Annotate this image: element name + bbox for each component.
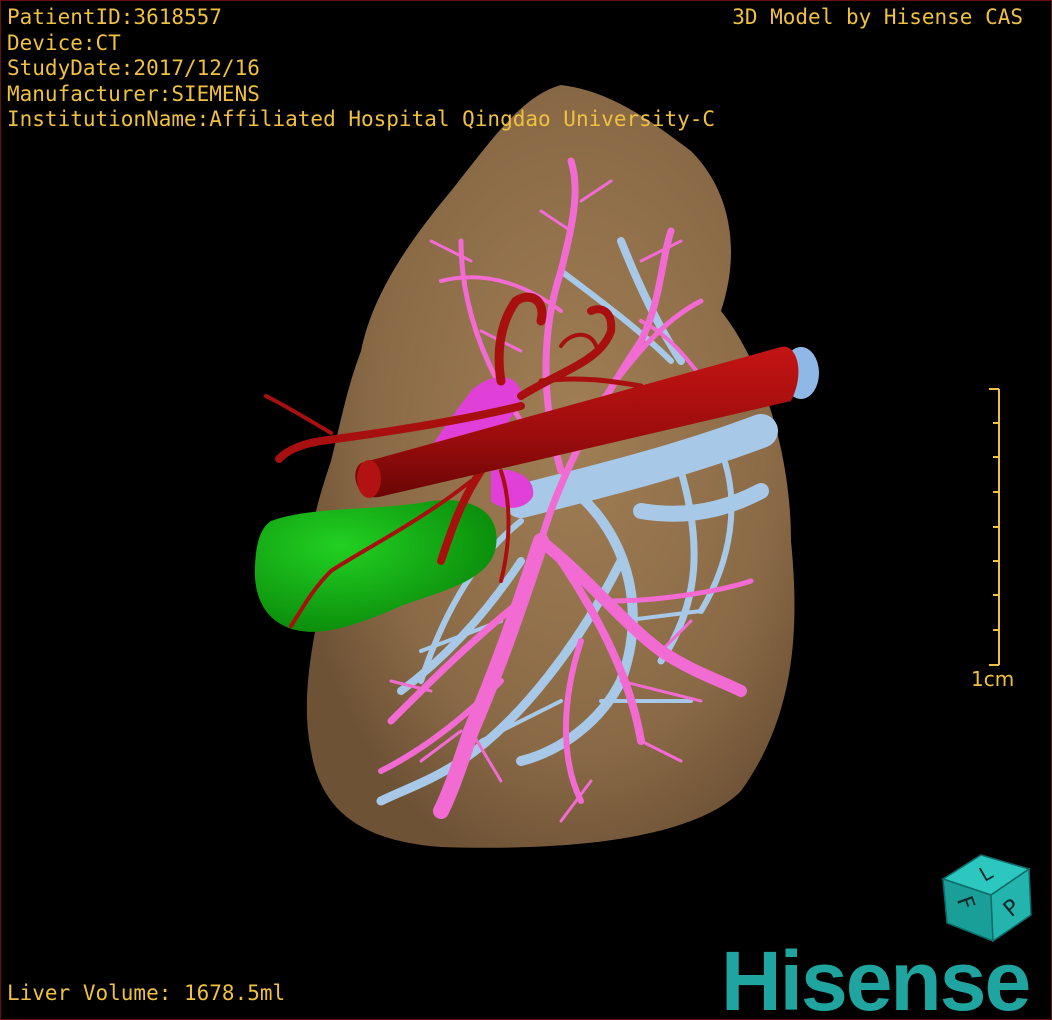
liver-3d-model[interactable] — [1, 1, 1052, 1020]
hisense-logo: Hisense — [721, 934, 1031, 1020]
study-date: StudyDate:2017/12/16 — [7, 56, 260, 80]
scale-label: 1cm — [971, 667, 1015, 691]
patient-id: PatientID:3618557 — [7, 5, 222, 29]
liver-volume: Liver Volume: 1678.5ml — [7, 981, 286, 1005]
scale-bar — [989, 388, 1000, 666]
orientation-cube[interactable]: L P F — [935, 847, 1041, 947]
patient-info-overlay: PatientID:3618557 Device:CT StudyDate:20… — [7, 5, 715, 133]
model-credit: 3D Model by Hisense CAS — [732, 5, 1023, 29]
device: Device:CT — [7, 30, 121, 55]
institution-name: InstitutionName:Affiliated Hospital Qing… — [7, 107, 716, 131]
ivc-end — [357, 460, 381, 498]
3d-viewport[interactable]: PatientID:3618557 Device:CT StudyDate:20… — [0, 0, 1052, 1020]
manufacturer: Manufacturer:SIEMENS — [7, 81, 260, 106]
